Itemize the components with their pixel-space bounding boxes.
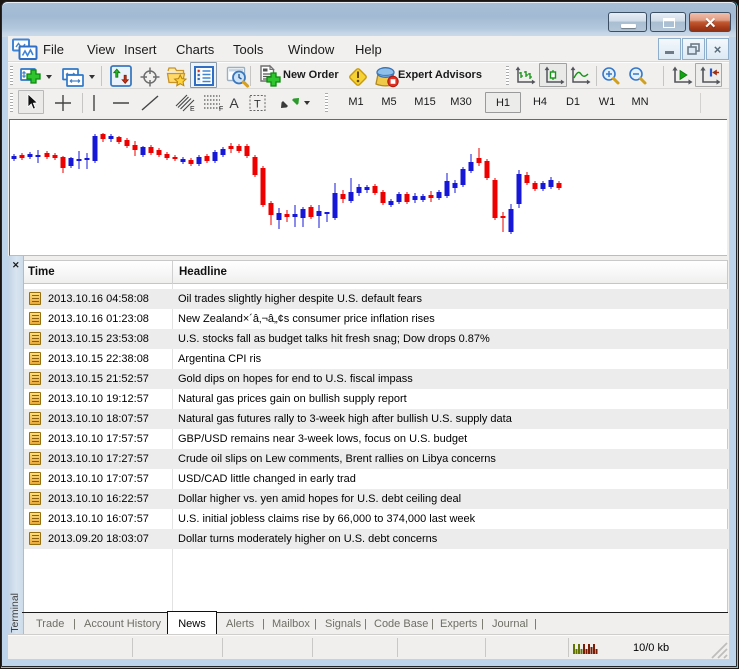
svg-text:T: T xyxy=(254,99,261,111)
svg-text:E: E xyxy=(190,106,195,113)
svg-text:F: F xyxy=(219,106,223,113)
